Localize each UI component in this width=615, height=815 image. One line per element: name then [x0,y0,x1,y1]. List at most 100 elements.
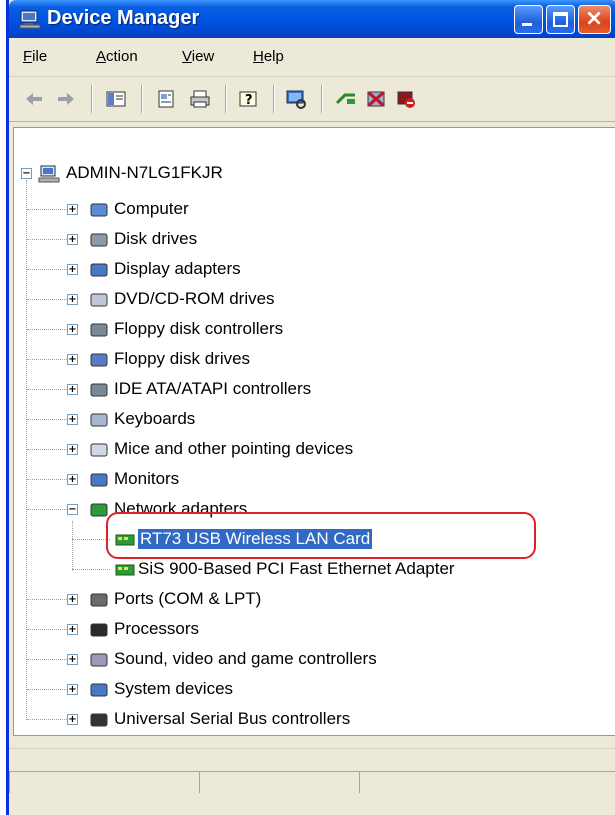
mice-and-other-pointing-devices-expander[interactable]: + [67,444,78,455]
maximize-button[interactable] [546,5,575,34]
tree-guide-line [72,569,110,571]
network-card-icon [115,564,135,576]
close-button[interactable] [578,5,611,34]
tree-guide-line [27,389,67,391]
keyboards-expander[interactable]: + [67,414,78,425]
status-pane [359,771,615,793]
mouse-icon [90,443,108,457]
toolbar-separator [321,85,323,113]
toolbar-separator [141,85,143,113]
disk-drive-icon [90,233,108,247]
category-sound-video-and-game-controllers[interactable]: Sound, video and game controllers [114,649,377,669]
tree-guide-line [72,539,110,541]
status-pane [199,771,359,793]
device-manager-window: Device Manager File Action View Help ? −… [6,0,615,815]
sound-icon [90,653,108,667]
disk-drives-expander[interactable]: + [67,234,78,245]
tree-guide-line [27,209,67,211]
svg-text:?: ? [245,93,253,108]
tree-guide-line [27,629,67,631]
category-floppy-disk-drives[interactable]: Floppy disk drives [114,349,250,369]
display-adapter-icon [90,263,108,277]
category-universal-serial-bus-controllers[interactable]: Universal Serial Bus controllers [114,709,350,729]
print-icon[interactable] [189,89,211,109]
minimize-button[interactable] [514,5,543,34]
toolbar-separator [91,85,93,113]
close-icon [587,11,601,25]
back-arrow-icon[interactable] [23,89,45,109]
menu-view[interactable]: View [182,48,214,65]
tree-guide-line [27,689,67,691]
tree-guide-line [27,299,67,301]
usb-icon [90,713,108,727]
category-disk-drives[interactable]: Disk drives [114,229,197,249]
menu-bar: File Action View Help [9,38,615,77]
keyboard-icon [90,413,108,427]
toolbar: ? [9,77,615,122]
category-processors[interactable]: Processors [114,619,199,639]
disable-device-icon[interactable] [395,89,417,109]
tree-guide-line [72,521,74,571]
status-pane [9,771,199,793]
tree-guide-line [27,239,67,241]
tree-guide-line [27,359,67,361]
device-sis-900-ethernet-adapter[interactable]: SiS 900-Based PCI Fast Ethernet Adapter [138,559,455,579]
floppy-controller-icon [90,323,108,337]
highlight-annotation [106,512,536,559]
title-bar[interactable]: Device Manager [9,0,615,38]
device-tree[interactable]: − ADMIN-N7LG1FKJR + Computer + Disk drives +… [13,127,615,736]
category-ports-com-lpt[interactable]: Ports (COM & LPT) [114,589,261,609]
ide-controller-icon [90,383,108,397]
dvd-drive-icon [90,293,108,307]
display-adapters-expander[interactable]: + [67,264,78,275]
category-computer[interactable]: Computer [114,199,189,219]
floppy-drive-icon [90,353,108,367]
status-bar [9,748,615,793]
computer-icon [38,165,60,183]
tree-guide-line [27,599,67,601]
help-icon[interactable]: ? [237,89,259,109]
properties-icon[interactable] [155,89,177,109]
system-devices-expander[interactable]: + [67,684,78,695]
computer-expander[interactable]: + [67,204,78,215]
category-floppy-disk-controllers[interactable]: Floppy disk controllers [114,319,283,339]
floppy-disk-controllers-expander[interactable]: + [67,324,78,335]
scan-hardware-changes-icon[interactable] [285,89,307,109]
tree-guide-line [27,479,67,481]
monitors-expander[interactable]: + [67,474,78,485]
floppy-disk-drives-expander[interactable]: + [67,354,78,365]
window-title: Device Manager [47,7,200,29]
category-system-devices[interactable]: System devices [114,679,233,699]
update-driver-icon[interactable] [335,89,357,109]
computer-icon [90,203,108,217]
show-hide-console-tree-icon[interactable] [105,89,127,109]
category-monitors[interactable]: Monitors [114,469,179,489]
ports-com-lpt-expander[interactable]: + [67,594,78,605]
device-manager-app-icon [19,10,41,29]
processors-expander[interactable]: + [67,624,78,635]
toolbar-separator [273,85,275,113]
toolbar-separator [225,85,227,113]
maximize-icon [553,12,568,27]
dvd-cd-rom-drives-expander[interactable]: + [67,294,78,305]
minimize-icon [522,23,532,26]
category-display-adapters[interactable]: Display adapters [114,259,241,279]
system-device-icon [90,683,108,697]
sound-video-and-game-controllers-expander[interactable]: + [67,654,78,665]
category-keyboards[interactable]: Keyboards [114,409,195,429]
tree-guide-line [27,509,67,511]
root-expander[interactable]: − [21,168,32,179]
menu-help[interactable]: Help [253,48,284,65]
category-ide-ata-atapi-controllers[interactable]: IDE ATA/ATAPI controllers [114,379,311,399]
uninstall-device-icon[interactable] [365,89,387,109]
menu-action[interactable]: Action [96,48,138,65]
category-mice-and-other-pointing-devices[interactable]: Mice and other pointing devices [114,439,353,459]
menu-file[interactable]: File [23,48,47,65]
category-dvd-cd-rom-drives[interactable]: DVD/CD-ROM drives [114,289,275,309]
root-computer-label[interactable]: ADMIN-N7LG1FKJR [66,163,223,183]
forward-arrow-icon[interactable] [55,89,77,109]
universal-serial-bus-controllers-expander[interactable]: + [67,714,78,725]
tree-guide-line [27,269,67,271]
ide-ata-atapi-controllers-expander[interactable]: + [67,384,78,395]
network-adapters-expander[interactable]: − [67,504,78,515]
